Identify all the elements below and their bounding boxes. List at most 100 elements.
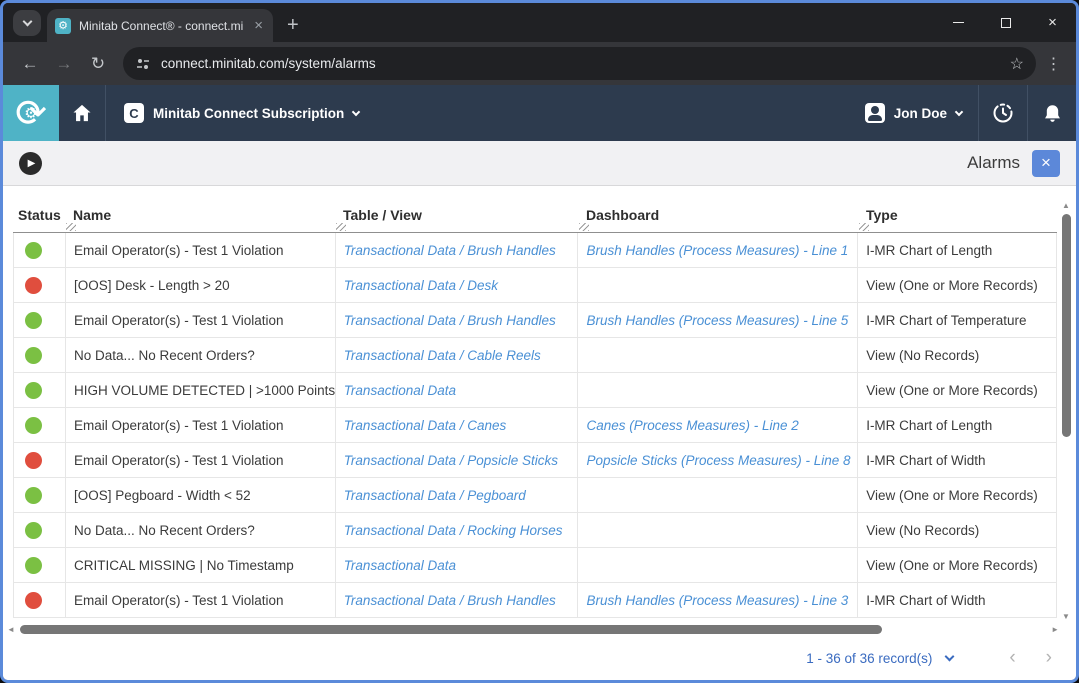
close-icon: × bbox=[1041, 153, 1051, 173]
dashboard-link[interactable] bbox=[578, 338, 858, 372]
subscription-label: Minitab Connect Subscription bbox=[153, 106, 344, 121]
column-resize-handle[interactable] bbox=[859, 223, 869, 231]
table-view-link[interactable]: Transactional Data / Brush Handles bbox=[336, 303, 579, 337]
forward-icon[interactable]: → bbox=[47, 54, 81, 74]
status-indicator bbox=[25, 277, 42, 294]
dashboard-link[interactable] bbox=[578, 513, 858, 547]
dashboard-link[interactable] bbox=[578, 373, 858, 407]
name-cell: [OOS] Pegboard - Width < 52 bbox=[66, 478, 336, 512]
site-settings-icon[interactable] bbox=[135, 56, 151, 72]
name-cell: Email Operator(s) - Test 1 Violation bbox=[66, 303, 336, 337]
home-button[interactable] bbox=[59, 102, 105, 124]
expand-sidebar-button[interactable]: ▶ bbox=[19, 152, 42, 175]
next-page-button[interactable]: › bbox=[1046, 647, 1052, 669]
status-cell bbox=[14, 303, 66, 337]
table-view-link[interactable]: Transactional Data bbox=[336, 548, 579, 582]
dashboard-link[interactable]: Brush Handles (Process Measures) - Line … bbox=[578, 303, 858, 337]
maximize-button[interactable] bbox=[982, 3, 1029, 42]
page-size-chevron-icon[interactable] bbox=[945, 652, 955, 662]
browser-window: ⚙ Minitab Connect® - connect.mi × + × ← … bbox=[0, 0, 1079, 683]
close-window-button[interactable]: × bbox=[1029, 3, 1076, 42]
user-menu[interactable]: Jon Doe bbox=[849, 103, 978, 123]
table-row: [OOS] Desk - Length > 20 Transactional D… bbox=[14, 268, 1057, 303]
table-view-link[interactable]: Transactional Data / Cable Reels bbox=[336, 338, 579, 372]
minitab-favicon-icon: ⚙ bbox=[55, 18, 71, 34]
scroll-up-icon[interactable]: ▲ bbox=[1062, 201, 1070, 210]
table-view-link[interactable]: Transactional Data / Canes bbox=[336, 408, 579, 442]
type-cell: I-MR Chart of Width bbox=[858, 583, 1057, 617]
vertical-scrollbar-thumb[interactable] bbox=[1062, 214, 1071, 437]
address-bar[interactable]: connect.minitab.com/system/alarms ☆ bbox=[123, 47, 1036, 80]
close-panel-button[interactable]: × bbox=[1032, 150, 1060, 177]
dashboard-link[interactable] bbox=[578, 478, 858, 512]
type-cell: View (One or More Records) bbox=[858, 268, 1057, 302]
dashboard-link[interactable]: Brush Handles (Process Measures) - Line … bbox=[578, 233, 858, 267]
table-view-link[interactable]: Transactional Data / Pegboard bbox=[336, 478, 579, 512]
home-icon bbox=[71, 102, 93, 124]
url-text[interactable]: connect.minitab.com/system/alarms bbox=[161, 56, 1000, 71]
dashboard-link[interactable] bbox=[578, 268, 858, 302]
table-view-link[interactable]: Transactional Data / Brush Handles bbox=[336, 583, 579, 617]
vertical-scrollbar[interactable]: ▲ ▼ bbox=[1060, 201, 1073, 621]
table-view-link[interactable]: Transactional Data / Popsicle Sticks bbox=[336, 443, 579, 477]
alarms-table: Status Name Table / View Dashboard Type … bbox=[13, 201, 1057, 618]
status-cell bbox=[14, 548, 66, 582]
table-view-link[interactable]: Transactional Data bbox=[336, 373, 579, 407]
status-indicator bbox=[25, 312, 42, 329]
gear-icon: ⚙ bbox=[3, 85, 59, 141]
record-count[interactable]: 1 - 36 of 36 record(s) bbox=[806, 651, 932, 666]
column-resize-handle[interactable] bbox=[66, 223, 76, 231]
status-indicator bbox=[25, 452, 42, 469]
browser-tab[interactable]: ⚙ Minitab Connect® - connect.mi × bbox=[47, 9, 273, 42]
reload-icon[interactable]: ↻ bbox=[81, 54, 115, 74]
column-header-name[interactable]: Name bbox=[65, 207, 335, 232]
minitab-connect-logo[interactable]: ⟳ ⚙ bbox=[3, 85, 59, 141]
scroll-left-icon[interactable]: ◄ bbox=[7, 625, 15, 634]
bookmark-star-icon[interactable]: ☆ bbox=[1010, 54, 1024, 74]
back-icon[interactable]: ← bbox=[13, 54, 47, 74]
status-indicator bbox=[25, 522, 42, 539]
page-title: Alarms bbox=[967, 153, 1020, 173]
status-cell bbox=[14, 513, 66, 547]
column-resize-handle[interactable] bbox=[579, 223, 589, 231]
notifications-button[interactable] bbox=[1028, 103, 1076, 124]
previous-page-button[interactable]: ‹ bbox=[1009, 647, 1015, 669]
dashboard-link[interactable]: Brush Handles (Process Measures) - Line … bbox=[578, 583, 858, 617]
dashboard-link[interactable]: Canes (Process Measures) - Line 2 bbox=[578, 408, 858, 442]
clock-icon bbox=[991, 101, 1015, 125]
column-header-dashboard[interactable]: Dashboard bbox=[578, 207, 858, 232]
name-cell: No Data... No Recent Orders? bbox=[66, 513, 336, 547]
horizontal-scrollbar-thumb[interactable] bbox=[20, 625, 882, 634]
type-cell: View (One or More Records) bbox=[858, 478, 1057, 512]
column-header-table-view[interactable]: Table / View bbox=[335, 207, 578, 232]
column-header-status[interactable]: Status bbox=[13, 207, 65, 232]
subscription-dropdown[interactable]: C Minitab Connect Subscription bbox=[106, 103, 377, 123]
dashboard-link[interactable] bbox=[578, 548, 858, 582]
tab-close-icon[interactable]: × bbox=[252, 18, 265, 33]
browser-menu-icon[interactable]: ⋮ bbox=[1042, 54, 1066, 74]
scroll-right-icon[interactable]: ► bbox=[1051, 625, 1059, 634]
table-header-row: Status Name Table / View Dashboard Type bbox=[13, 201, 1057, 233]
dashboard-link[interactable]: Popsicle Sticks (Process Measures) - Lin… bbox=[578, 443, 858, 477]
status-cell bbox=[14, 338, 66, 372]
table-view-link[interactable]: Transactional Data / Rocking Horses bbox=[336, 513, 579, 547]
activity-history-button[interactable] bbox=[979, 101, 1027, 125]
table-view-link[interactable]: Transactional Data / Desk bbox=[336, 268, 579, 302]
minimize-button[interactable] bbox=[935, 3, 982, 42]
status-cell bbox=[14, 373, 66, 407]
pagination-bar: 1 - 36 of 36 record(s) ‹ › bbox=[3, 636, 1076, 680]
column-header-type[interactable]: Type bbox=[858, 207, 1057, 232]
table-view-link[interactable]: Transactional Data / Brush Handles bbox=[336, 233, 579, 267]
table-body: Email Operator(s) - Test 1 Violation Tra… bbox=[13, 233, 1057, 618]
tab-title: Minitab Connect® - connect.mi bbox=[79, 19, 244, 33]
name-cell: Email Operator(s) - Test 1 Violation bbox=[66, 233, 336, 267]
new-tab-button[interactable]: + bbox=[287, 14, 299, 37]
horizontal-scrollbar[interactable]: ◄ ► bbox=[7, 623, 1059, 636]
bell-icon bbox=[1042, 103, 1063, 124]
table-row: CRITICAL MISSING | No Timestamp Transact… bbox=[14, 548, 1057, 583]
tab-search-button[interactable] bbox=[13, 10, 41, 36]
column-resize-handle[interactable] bbox=[336, 223, 346, 231]
table-row: Email Operator(s) - Test 1 Violation Tra… bbox=[14, 443, 1057, 478]
status-indicator bbox=[25, 382, 42, 399]
scroll-down-icon[interactable]: ▼ bbox=[1062, 612, 1070, 621]
